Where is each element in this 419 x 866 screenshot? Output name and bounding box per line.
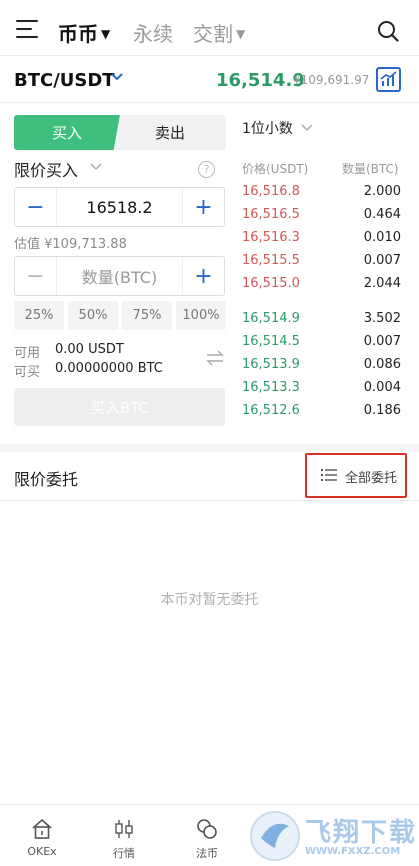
ask-qty: 2.044 xyxy=(363,276,401,291)
tab-futures[interactable]: 交割 ▼ xyxy=(193,18,245,47)
percent-75-button[interactable]: 75% xyxy=(122,301,172,330)
chevron-down-icon[interactable] xyxy=(90,161,102,173)
nav-item-okex[interactable]: OKEx xyxy=(0,805,84,866)
nav-label: OKEx xyxy=(27,845,57,858)
bid-qty: 0.004 xyxy=(363,380,401,395)
bid-qty: 0.007 xyxy=(363,334,401,349)
nav-item-fiat[interactable]: 法币 xyxy=(165,805,249,866)
ask-row[interactable]: 16,516.8 2.000 xyxy=(242,184,401,204)
home-icon xyxy=(32,818,52,839)
nav-label: 法币 xyxy=(196,847,218,860)
ask-row[interactable]: 16,515.5 0.007 xyxy=(242,253,401,273)
bid-row[interactable]: 16,514.9 3.502 xyxy=(242,311,401,331)
nav-label: 行情 xyxy=(113,847,135,860)
last-price: 16,514.9 xyxy=(216,70,305,91)
ask-price: 16,516.8 xyxy=(242,184,300,199)
nav-item-market[interactable]: 行情 xyxy=(82,805,166,866)
bid-row[interactable]: 16,513.9 0.086 xyxy=(242,357,401,377)
price-minus-button[interactable]: − xyxy=(15,188,57,226)
candlestick-icon xyxy=(115,820,133,838)
search-icon[interactable] xyxy=(377,20,399,42)
bid-row[interactable]: 16,512.6 0.186 xyxy=(242,403,401,423)
price-stepper: − 16518.2 + xyxy=(14,187,225,227)
chart-icon[interactable] xyxy=(376,67,401,92)
tab-futures-caret: ▼ xyxy=(236,27,246,41)
chevron-down-icon[interactable] xyxy=(110,70,124,84)
sell-tab-button[interactable]: 卖出 xyxy=(114,115,226,150)
ask-row[interactable]: 16,515.0 2.044 xyxy=(242,276,401,296)
bid-price: 16,514.9 xyxy=(242,311,300,326)
bid-qty: 3.502 xyxy=(363,311,401,326)
buyable-value: 0.00000000 BTC xyxy=(55,361,163,376)
top-divider xyxy=(0,55,419,56)
buyable-label: 可买 xyxy=(14,365,41,380)
bid-price: 16,512.6 xyxy=(242,403,300,418)
percent-50-button[interactable]: 50% xyxy=(68,301,118,330)
top-bar: 币币 ▼ 永续 交割 ▼ xyxy=(0,0,419,62)
quantity-stepper: − 数量(BTC) + xyxy=(14,256,225,296)
chevron-down-icon[interactable] xyxy=(301,122,313,134)
available-label: 可用 xyxy=(14,346,41,361)
tab-spot-caret: ▼ xyxy=(101,27,111,41)
watermark-logo: 飞翔下载 WWW.FXXZ.COM xyxy=(245,804,419,866)
submit-buy-button[interactable]: 买入BTC xyxy=(14,388,225,426)
bid-qty: 0.186 xyxy=(363,403,401,418)
menu-icon[interactable] xyxy=(16,20,38,40)
empty-orders-message: 本币对暂无委托 xyxy=(160,592,259,608)
price-estimate: 估值 ¥109,713.88 xyxy=(14,237,127,252)
ask-row[interactable]: 16,516.3 0.010 xyxy=(242,230,401,250)
tab-spot[interactable]: 币币 ▼ xyxy=(58,18,110,47)
limit-orders-title: 限价委托 xyxy=(14,470,79,489)
ask-qty: 0.464 xyxy=(363,207,401,222)
bid-price: 16,513.9 xyxy=(242,357,300,372)
bid-price: 16,514.5 xyxy=(242,334,300,349)
section-spacer xyxy=(0,444,419,452)
percent-25-button[interactable]: 25% xyxy=(14,301,64,330)
cny-price: ¥109,691.97 xyxy=(293,73,370,87)
order-type-select[interactable]: 限价买入 xyxy=(14,157,78,181)
tab-perpetual[interactable]: 永续 xyxy=(133,18,173,47)
ask-qty: 0.010 xyxy=(363,230,401,245)
pair-symbol[interactable]: BTC/USDT xyxy=(14,70,115,91)
orderbook-qty-header: 数量(BTC) xyxy=(342,162,399,176)
available-value: 0.00 USDT xyxy=(55,342,124,357)
fiat-icon xyxy=(197,819,217,839)
help-icon[interactable]: ? xyxy=(198,161,215,178)
all-orders-button[interactable]: 全部委托 xyxy=(305,453,407,498)
decimals-select[interactable]: 1位小数 xyxy=(242,118,293,138)
watermark-text: 飞翔下载 xyxy=(305,818,418,848)
quantity-input[interactable]: 数量(BTC) xyxy=(57,257,182,295)
bid-qty: 0.086 xyxy=(363,357,401,372)
percent-100-button[interactable]: 100% xyxy=(176,301,226,330)
header-divider xyxy=(0,102,419,103)
all-orders-label: 全部委托 xyxy=(345,471,398,486)
list-icon xyxy=(321,469,337,481)
orderbook-price-header: 价格(USDT) xyxy=(242,162,309,176)
bid-price: 16,513.3 xyxy=(242,380,300,395)
quantity-plus-button[interactable]: + xyxy=(182,257,224,295)
ask-price: 16,515.5 xyxy=(242,253,300,268)
quantity-minus-button[interactable]: − xyxy=(15,257,57,295)
watermark-site: WWW.FXXZ.COM xyxy=(305,846,401,857)
bid-row[interactable]: 16,514.5 0.007 xyxy=(242,334,401,354)
buy-tab-button[interactable]: 买入 xyxy=(14,115,120,150)
ask-price: 16,516.5 xyxy=(242,207,300,222)
price-plus-button[interactable]: + xyxy=(182,188,224,226)
ask-row[interactable]: 16,516.5 0.464 xyxy=(242,207,401,227)
ask-qty: 0.007 xyxy=(363,253,401,268)
orders-divider xyxy=(0,500,419,501)
ask-qty: 2.000 xyxy=(363,184,401,199)
ask-price: 16,516.3 xyxy=(242,230,300,245)
bid-row[interactable]: 16,513.3 0.004 xyxy=(242,380,401,400)
ask-price: 16,515.0 xyxy=(242,276,300,291)
price-input[interactable]: 16518.2 xyxy=(57,188,182,226)
transfer-icon[interactable] xyxy=(206,350,224,366)
